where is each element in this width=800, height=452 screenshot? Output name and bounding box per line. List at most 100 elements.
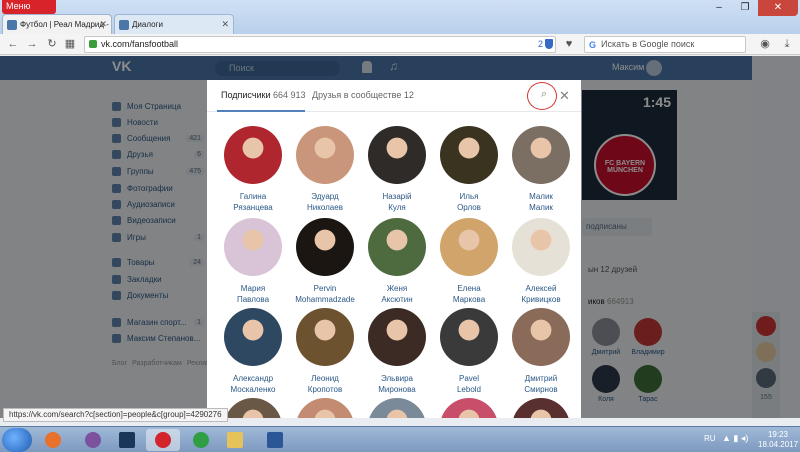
avatar[interactable] xyxy=(368,308,426,366)
follower-first-name[interactable]: Илья xyxy=(433,191,505,202)
back-icon[interactable]: ← xyxy=(6,37,20,51)
follower-first-name[interactable]: Александр xyxy=(217,373,289,384)
avatar[interactable] xyxy=(512,218,570,276)
follower-card[interactable] xyxy=(217,398,289,418)
tab-close-icon[interactable]: ✕ xyxy=(221,19,229,30)
opera-menu-button[interactable]: Меню xyxy=(2,0,56,14)
follower-last-name[interactable]: Павлова xyxy=(217,294,289,305)
follower-last-name[interactable]: Mohammadzade xyxy=(289,294,361,305)
follower-card[interactable]: Мария Павлова xyxy=(217,218,289,305)
follower-card[interactable]: Женя Аксютин xyxy=(361,218,433,305)
clock-time[interactable]: 19:23 xyxy=(758,430,798,439)
follower-card[interactable] xyxy=(505,398,577,418)
follower-card[interactable] xyxy=(361,398,433,418)
close-icon[interactable]: ✕ xyxy=(559,88,570,104)
taskbar-app-explorer[interactable] xyxy=(218,429,252,451)
follower-first-name[interactable]: Мария xyxy=(217,283,289,294)
heart-icon[interactable]: ♥ xyxy=(562,37,576,51)
avatar[interactable] xyxy=(224,126,282,184)
tab-dialogs[interactable]: Диалоги ✕ xyxy=(114,14,234,34)
address-bar[interactable]: vk.com/fansfootball 2 xyxy=(84,36,556,53)
follower-first-name[interactable]: Эльвира xyxy=(361,373,433,384)
follower-first-name[interactable]: Малик xyxy=(505,191,577,202)
start-button[interactable] xyxy=(2,428,32,452)
adblock-icon[interactable]: ◉ xyxy=(758,37,772,51)
follower-card[interactable]: Галина Рязанцева xyxy=(217,126,289,213)
avatar[interactable] xyxy=(368,218,426,276)
tab-real-madrid[interactable]: Футбол | Реал Мадрид - ... ✕ xyxy=(2,14,112,34)
follower-first-name[interactable]: Дмитрий xyxy=(505,373,577,384)
taskbar-app-ps[interactable] xyxy=(110,429,144,451)
follower-first-name[interactable]: Назарій xyxy=(361,191,433,202)
follower-card[interactable]: Эльвира Миронова xyxy=(361,308,433,395)
follower-last-name[interactable]: Кропотов xyxy=(289,384,361,395)
avatar[interactable] xyxy=(512,398,570,418)
avatar[interactable] xyxy=(440,218,498,276)
follower-first-name[interactable]: Леонид xyxy=(289,373,361,384)
follower-card[interactable]: Малик Малик xyxy=(505,126,577,213)
follower-card[interactable] xyxy=(289,398,361,418)
taskbar-app-chrome[interactable] xyxy=(184,429,218,451)
follower-last-name[interactable]: Малик xyxy=(505,202,577,213)
tray-icons[interactable]: ▲ ▮ ◂) xyxy=(722,433,748,444)
follower-card[interactable]: Леонид Кропотов xyxy=(289,308,361,395)
follower-card[interactable]: Назарій Куля xyxy=(361,126,433,213)
google-search-input[interactable]: G Искать в Google поиск xyxy=(584,36,746,53)
follower-last-name[interactable]: Маркова xyxy=(433,294,505,305)
follower-last-name[interactable]: Куля xyxy=(361,202,433,213)
follower-last-name[interactable]: Lebold xyxy=(433,384,505,395)
avatar[interactable] xyxy=(440,308,498,366)
clock-date[interactable]: 18.04.2017 xyxy=(758,440,798,449)
follower-first-name[interactable]: Эдуард xyxy=(289,191,361,202)
language-indicator[interactable]: RU xyxy=(704,434,716,443)
avatar[interactable] xyxy=(224,218,282,276)
avatar[interactable] xyxy=(440,398,498,418)
avatar[interactable] xyxy=(368,126,426,184)
follower-last-name[interactable]: Орлов xyxy=(433,202,505,213)
follower-card[interactable]: Pervin Mohammadzade xyxy=(289,218,361,305)
follower-first-name[interactable]: Елена xyxy=(433,283,505,294)
follower-card[interactable]: Дмитрий Смирнов xyxy=(505,308,577,395)
tab-friends-in-community[interactable]: Друзья в сообществе 12 xyxy=(312,90,414,100)
maximize-icon[interactable]: ❐ xyxy=(732,0,758,16)
follower-last-name[interactable]: Москаленко xyxy=(217,384,289,395)
speed-dial-icon[interactable]: ▦ xyxy=(63,37,77,51)
follower-last-name[interactable]: Миронова xyxy=(361,384,433,395)
follower-first-name[interactable]: Женя xyxy=(361,283,433,294)
avatar[interactable] xyxy=(296,126,354,184)
follower-card[interactable] xyxy=(433,398,505,418)
tab-close-icon[interactable]: ✕ xyxy=(99,19,107,30)
follower-card[interactable]: Александр Москаленко xyxy=(217,308,289,395)
minimize-icon[interactable]: – xyxy=(706,0,732,16)
close-window-icon[interactable]: ✕ xyxy=(758,0,798,16)
avatar[interactable] xyxy=(224,308,282,366)
follower-first-name[interactable]: Pervin xyxy=(289,283,361,294)
avatar[interactable] xyxy=(296,218,354,276)
download-icon[interactable]: ⤓ xyxy=(780,37,794,51)
follower-last-name[interactable]: Смирнов xyxy=(505,384,577,395)
follower-last-name[interactable]: Рязанцева xyxy=(217,202,289,213)
avatar[interactable] xyxy=(224,398,282,418)
follower-first-name[interactable]: Галина xyxy=(217,191,289,202)
follower-first-name[interactable]: Алексей xyxy=(505,283,577,294)
avatar[interactable] xyxy=(440,126,498,184)
avatar[interactable] xyxy=(512,308,570,366)
avatar[interactable] xyxy=(296,308,354,366)
search-icon[interactable]: ⌕ xyxy=(535,88,553,104)
taskbar-app-opera[interactable] xyxy=(146,429,180,451)
taskbar-app-viber[interactable] xyxy=(76,429,110,451)
taskbar-app-word[interactable] xyxy=(258,429,292,451)
follower-last-name[interactable]: Аксютин xyxy=(361,294,433,305)
reload-icon[interactable]: ↻ xyxy=(45,37,59,51)
follower-card[interactable]: Илья Орлов xyxy=(433,126,505,213)
forward-icon[interactable]: → xyxy=(25,37,39,51)
follower-card[interactable]: Эдуард Николаев xyxy=(289,126,361,213)
follower-last-name[interactable]: Кривицков xyxy=(505,294,577,305)
shield-icon[interactable] xyxy=(545,39,553,49)
follower-card[interactable]: Алексей Кривицков xyxy=(505,218,577,305)
follower-first-name[interactable]: Pavel xyxy=(433,373,505,384)
follower-last-name[interactable]: Николаев xyxy=(289,202,361,213)
follower-card[interactable]: Елена Маркова xyxy=(433,218,505,305)
avatar[interactable] xyxy=(512,126,570,184)
follower-card[interactable]: Pavel Lebold xyxy=(433,308,505,395)
